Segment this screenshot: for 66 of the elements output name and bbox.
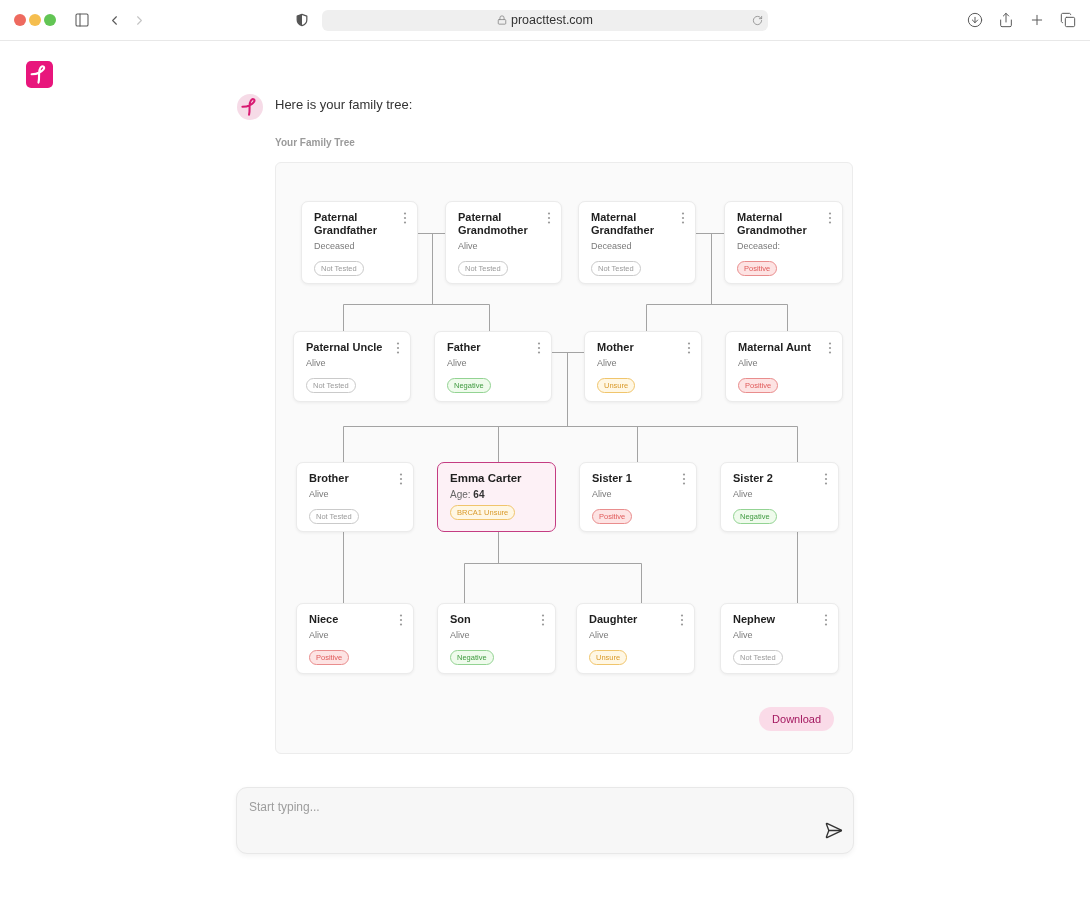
message-input-field[interactable]: Start typing...: [236, 787, 854, 854]
more-options-icon[interactable]: [680, 473, 688, 485]
lock-icon: [497, 15, 507, 25]
more-options-icon[interactable]: [539, 614, 547, 626]
member-name: Son: [450, 613, 472, 626]
more-options-icon[interactable]: [397, 473, 405, 485]
more-options-icon[interactable]: [535, 342, 543, 354]
message-text: Here is your family tree:: [275, 96, 413, 114]
member-name: Sister 2: [733, 472, 774, 485]
download-button[interactable]: Download: [759, 707, 834, 731]
member-status: Alive: [733, 488, 753, 500]
member-name: Mother: [597, 341, 635, 354]
member-status: Alive: [738, 357, 758, 369]
more-options-icon[interactable]: [394, 342, 402, 354]
more-options-icon[interactable]: [401, 212, 409, 224]
more-options-icon[interactable]: [822, 614, 830, 626]
member-status: Deceased:: [737, 240, 781, 252]
member-name: Paternal Grandmother: [458, 211, 529, 237]
member-status: Alive: [589, 629, 609, 641]
more-options-icon[interactable]: [826, 212, 834, 224]
window-maximize-icon[interactable]: [44, 14, 56, 26]
share-icon[interactable]: [998, 12, 1014, 28]
member-name: Paternal Grandfather: [314, 211, 378, 237]
window-close-icon[interactable]: [14, 14, 26, 26]
send-icon[interactable]: [824, 821, 843, 840]
member-name: Niece: [309, 613, 340, 626]
member-status: Deceased: [591, 240, 632, 252]
member-name: Paternal Uncle: [306, 341, 384, 354]
tab-overview-icon[interactable]: [1060, 12, 1076, 28]
member-status: Alive: [309, 629, 329, 641]
shield-icon[interactable]: [295, 13, 309, 27]
member-name: Father: [447, 341, 482, 354]
window-minimize-icon[interactable]: [29, 14, 41, 26]
member-name: Maternal Aunt: [738, 341, 812, 354]
member-name: Nephew: [733, 613, 777, 626]
member-name: Sister 1: [592, 472, 633, 485]
download-icon[interactable]: [967, 12, 983, 28]
member-name: Brother: [309, 472, 350, 485]
member-name: Maternal Grandfather: [591, 211, 655, 237]
member-status: Alive: [450, 629, 470, 641]
more-options-icon[interactable]: [678, 614, 686, 626]
member-name: Maternal Grandmother: [737, 211, 808, 237]
ribbon-logo-icon[interactable]: [26, 61, 53, 88]
more-options-icon[interactable]: [679, 212, 687, 224]
member-status: Alive: [309, 488, 329, 500]
member-status: Alive: [458, 240, 478, 252]
more-options-icon[interactable]: [826, 342, 834, 354]
sidebar-icon[interactable]: [74, 12, 90, 28]
more-options-icon[interactable]: [545, 212, 553, 224]
new-tab-icon[interactable]: [1029, 12, 1045, 28]
member-status: Alive: [447, 357, 467, 369]
member-status: Alive: [306, 357, 326, 369]
member-name: Daughter: [589, 613, 639, 626]
more-options-icon[interactable]: [685, 342, 693, 354]
member-status: Alive: [597, 357, 617, 369]
section-title: Your Family Tree: [275, 137, 356, 149]
reload-icon[interactable]: [752, 14, 763, 26]
more-options-icon[interactable]: [397, 614, 405, 626]
member-status: Alive: [592, 488, 612, 500]
address-field[interactable]: proacttest.com: [322, 9, 768, 31]
member-status: Deceased: [314, 240, 355, 252]
member-name: Emma Carter: [450, 472, 523, 485]
ribbon-avatar-icon: [237, 94, 263, 120]
member-status: Alive: [733, 629, 753, 641]
more-options-icon[interactable]: [822, 473, 830, 485]
member-status: Age: 64: [450, 488, 485, 501]
